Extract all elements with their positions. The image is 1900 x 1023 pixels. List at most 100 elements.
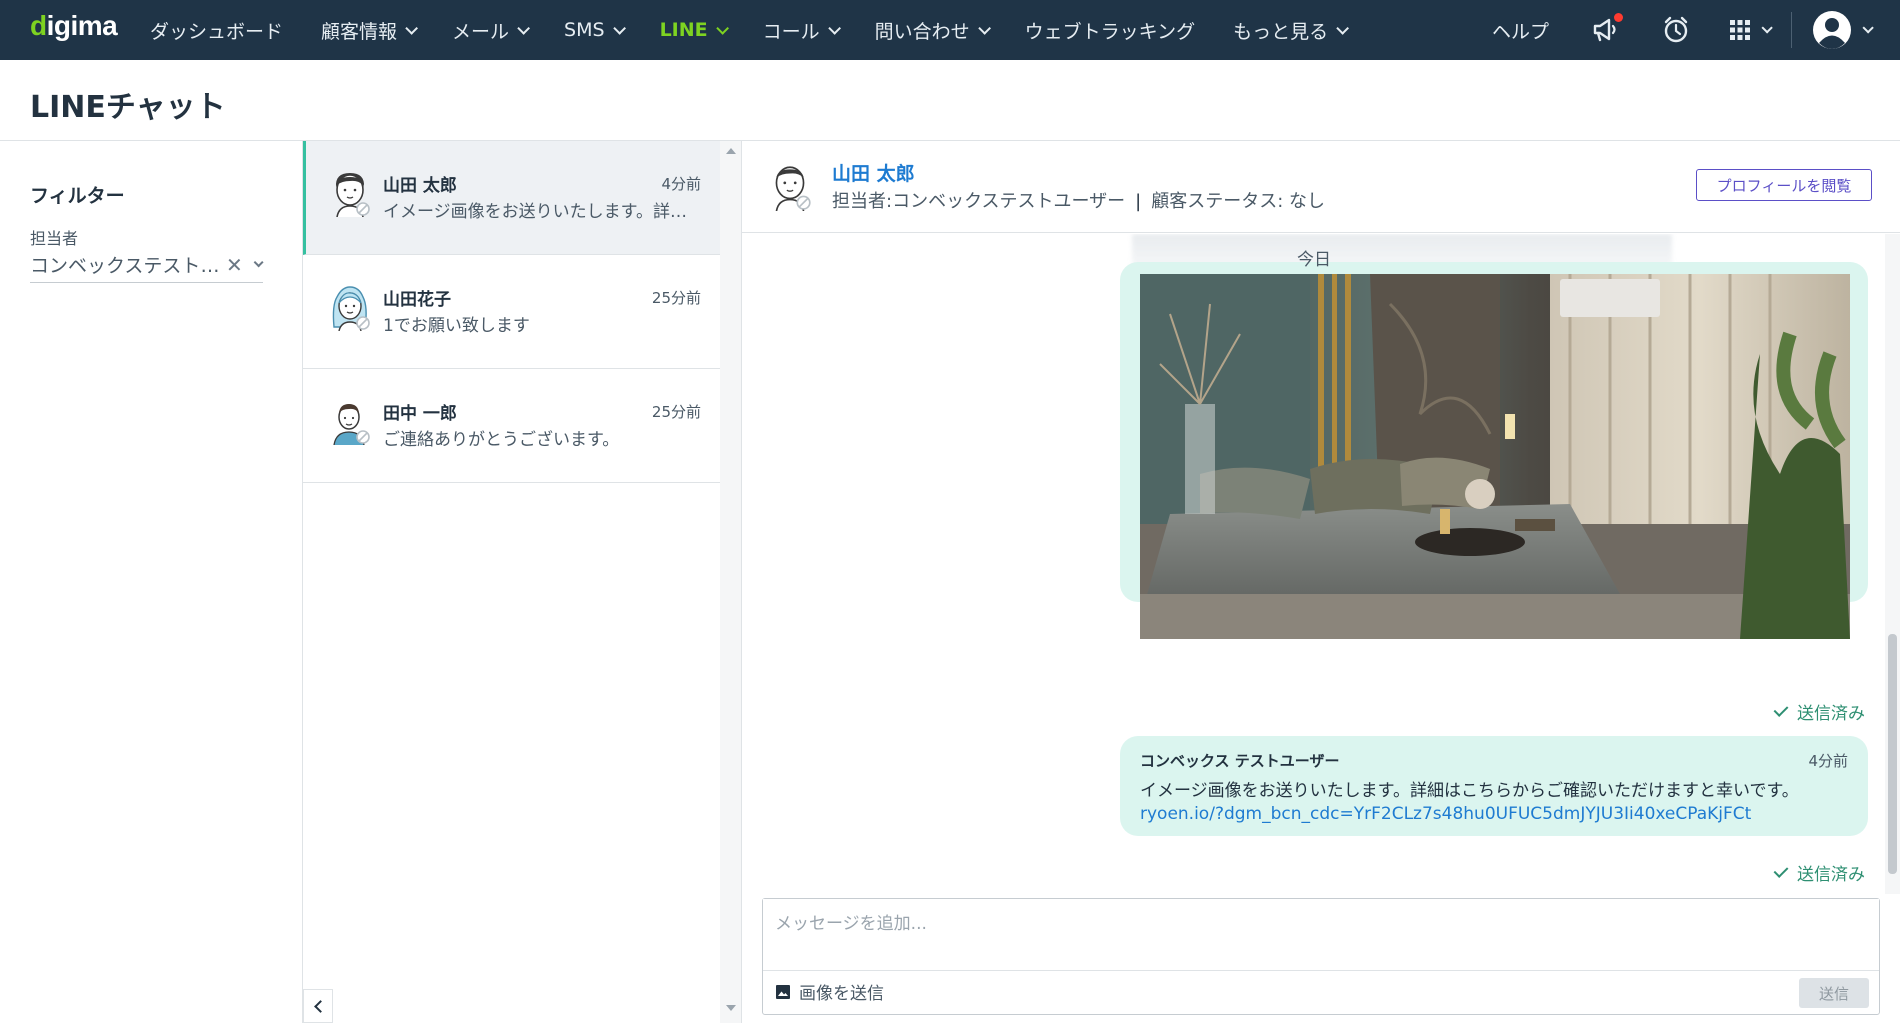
chevron-down-icon <box>1862 22 1874 34</box>
nav-item-label: 問い合わせ <box>874 20 970 43</box>
clear-icon[interactable]: ✕ <box>226 253 243 277</box>
nav-item-mail[interactable]: メール <box>452 17 531 44</box>
chevron-down-icon <box>253 257 264 268</box>
nav-item-label: もっと見る <box>1233 20 1329 43</box>
assignee-select[interactable]: コンベックステストユーザー ✕ <box>30 247 264 283</box>
nav-item-inquiry[interactable]: 問い合わせ <box>874 17 991 44</box>
filter-panel: フィルター 担当者 コンベックステストユーザー ✕ <box>0 141 303 1023</box>
user-menu[interactable] <box>1812 10 1874 50</box>
message-sender: コンベックス テストユーザー <box>1140 752 1340 770</box>
text-message-bubble: コンベックス テストユーザー 4分前 イメージ画像をお送りいたします。詳細はこち… <box>1120 736 1868 836</box>
conversation-preview: 1でお願い致します <box>383 316 530 336</box>
nav-item-label: メール <box>452 20 510 43</box>
conversation-list-panel: 山田 太郎 4分前 イメージ画像をお送りいたします。詳細はこちらからご確認いただ… <box>303 141 742 1023</box>
conversation-preview: ご連絡ありがとうございます。 <box>383 430 620 450</box>
scrollbar-thumb[interactable] <box>1888 634 1897 874</box>
assignee-value: コンベックステストユーザー <box>30 255 220 277</box>
man-avatar-icon <box>335 173 370 217</box>
nav-item-label: LINE <box>659 19 708 41</box>
meta-separator: | <box>1135 191 1142 212</box>
scroll-up-arrow-icon[interactable] <box>726 148 736 154</box>
contact-meta: 担当者:コンベックステストユーザー | 顧客ステータス: なし <box>832 187 1325 213</box>
page-title: LINEチャット <box>30 90 226 125</box>
nav-item-more[interactable]: もっと見る <box>1233 17 1350 44</box>
nav-item-label: ウェブトラッキング <box>1024 20 1196 43</box>
chevron-down-icon <box>827 21 841 35</box>
filter-title: フィルター <box>30 185 125 207</box>
nav-item-label: SMS <box>564 19 605 41</box>
main-menu: ダッシュボード 顧客情報 メール SMS LINE コール 問い合わせ ウェブト… <box>150 0 1383 60</box>
page-header: LINEチャット <box>0 60 1900 141</box>
collapse-panel-button[interactable] <box>303 989 333 1023</box>
conversation-name: 山田 太郎 <box>383 176 457 196</box>
message-link[interactable]: ryoen.io/?dgm_bcn_cdc=YrF2CLz7s48hu0UFUC… <box>1140 804 1751 824</box>
nav-item-line[interactable]: LINE <box>659 19 729 41</box>
message-time: 4分前 <box>1808 752 1848 770</box>
image-sent-status: 送信済み <box>1773 699 1865 724</box>
chevron-down-icon <box>612 21 626 35</box>
chat-panel: 山田 太郎 担当者:コンベックステストユーザー | 顧客ステータス: なし プロフィ… <box>742 141 1900 1023</box>
nav-item-customer-info[interactable]: 顧客情報 <box>321 17 419 44</box>
apps-menu[interactable] <box>1729 19 1773 41</box>
scroll-down-arrow-icon[interactable] <box>726 1005 736 1011</box>
top-navigation-bar: digima ダッシュボード 顧客情報 メール SMS LINE コール 問い合… <box>0 0 1900 60</box>
chevron-down-icon <box>405 21 419 35</box>
date-separator: 今日 <box>1297 250 1331 270</box>
chevron-left-icon <box>313 999 327 1013</box>
alarm-clock-icon[interactable] <box>1659 13 1693 47</box>
send-image-label: 画像を送信 <box>799 984 884 1004</box>
conversation-time: 25分前 <box>651 289 701 307</box>
send-button[interactable]: 送信 <box>1799 978 1869 1008</box>
conversation-time: 4分前 <box>661 175 701 193</box>
message-input[interactable] <box>763 899 1879 971</box>
view-profile-button[interactable]: プロフィールを閲覧 <box>1696 169 1872 201</box>
image-icon <box>776 984 790 999</box>
nav-item-label: ダッシュボード <box>150 20 284 43</box>
man-avatar-2-icon <box>333 404 370 445</box>
conversation-item[interactable]: 田中 一郎 25分前 ご連絡ありがとうございます。 <box>303 369 721 483</box>
conversation-name: 山田花子 <box>383 290 451 310</box>
notification-dot <box>1614 13 1623 22</box>
assignee-text: 担当者:コンベックステストユーザー <box>832 191 1126 212</box>
nav-item-sms[interactable]: SMS <box>564 19 626 41</box>
conversation-time: 25分前 <box>651 403 701 421</box>
message-composer: 画像を送信 送信 <box>762 898 1880 1015</box>
conversation-name: 田中 一郎 <box>383 404 457 424</box>
send-image-button[interactable]: 画像を送信 <box>775 979 884 1004</box>
user-avatar-icon <box>1813 11 1851 49</box>
assignee-label: 担当者 <box>30 229 79 248</box>
digima-logo[interactable]: digima <box>30 10 118 42</box>
message-thread[interactable]: 今日 送信済み コンベックス テストユーザー 4分前 イメージ画像をお送りいたし… <box>742 234 1885 894</box>
check-icon <box>1773 863 1789 878</box>
contact-name-link[interactable]: 山田 太郎 <box>832 159 915 186</box>
customer-status-text: 顧客ステータス: なし <box>1151 191 1326 212</box>
help-link[interactable]: ヘルプ <box>1492 17 1549 44</box>
message-body: イメージ画像をお送りいたします。詳細はこちらからご確認いただけますと幸いです。 <box>1140 781 1799 801</box>
message-thread-scrollbar[interactable] <box>1885 234 1900 894</box>
nav-right-tools: ヘルプ <box>1492 0 1900 60</box>
sent-status-label: 送信済み <box>1797 704 1865 724</box>
sent-status-label: 送信済み <box>1797 865 1865 885</box>
chevron-down-icon <box>1336 21 1350 35</box>
check-icon <box>1773 702 1789 717</box>
nav-item-web-tracking[interactable]: ウェブトラッキング <box>1025 17 1195 44</box>
nav-item-call[interactable]: コール <box>762 17 841 44</box>
nav-divider <box>1791 12 1792 48</box>
conversation-item[interactable]: 山田 太郎 4分前 イメージ画像をお送りいたします。詳細はこちらからご確認いただ… <box>303 141 721 255</box>
conversation-preview: イメージ画像をお送りいたします。詳細はこちらからご確認いただけますと幸いです。 <box>383 202 698 222</box>
contact-avatar-icon <box>775 166 811 211</box>
apps-grid-icon <box>1730 20 1750 40</box>
nav-item-label: コール <box>762 20 820 43</box>
woman-avatar-icon <box>332 286 370 331</box>
chevron-down-icon <box>977 21 991 35</box>
nav-item-dashboard[interactable]: ダッシュボード <box>150 17 283 44</box>
nav-item-label: 顧客情報 <box>321 20 398 43</box>
chevron-down-icon <box>517 21 531 35</box>
text-sent-status: 送信済み <box>1773 860 1865 885</box>
chevron-down-icon <box>715 21 729 35</box>
announcement-icon[interactable] <box>1589 13 1623 47</box>
sent-bedroom-image[interactable] <box>1140 274 1850 639</box>
conversation-item[interactable]: 山田花子 25分前 1でお願い致します <box>303 255 721 369</box>
conversation-list-scrollbar[interactable] <box>720 141 741 1023</box>
chevron-down-icon <box>1761 22 1773 34</box>
